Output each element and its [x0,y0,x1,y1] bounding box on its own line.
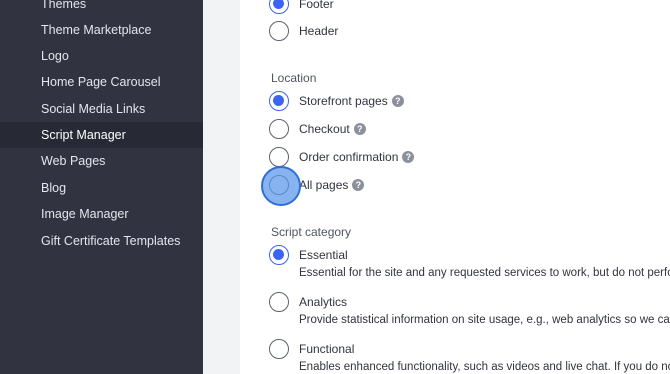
radio-label-header: Header [299,24,339,38]
help-icon[interactable]: ? [352,179,365,191]
sidebar-item-themes[interactable]: Themes [0,0,203,17]
script-category-heading: Script category [271,225,352,239]
radio-button-checkout[interactable] [269,119,289,139]
sidebar-item-logo[interactable]: Logo [0,43,203,69]
sidebar-item-home-page-carousel[interactable]: Home Page Carousel [0,69,203,95]
radio-label-storefront-pages: Storefront pages [299,94,388,108]
radio-label-all-pages: All pages [299,178,349,192]
radio-label-functional: Functional [299,342,355,356]
radio-button-essential[interactable] [269,245,289,265]
content-gutter [203,0,240,374]
sidebar-item-script-manager[interactable]: Script Manager [0,122,203,148]
radio-option-header[interactable]: Header [269,20,338,42]
radio-button-order-confirmation[interactable] [269,147,289,167]
radio-button-analytics[interactable] [269,292,289,312]
sidebar-item-web-pages[interactable]: Web Pages [0,148,203,174]
help-icon[interactable]: ? [353,123,366,135]
radio-button-header[interactable] [269,21,289,41]
essential-description: Essential for the site and any requested… [299,267,670,279]
analytics-description: Provide statistical information on site … [299,314,670,326]
radio-button-all-pages[interactable] [269,175,289,195]
radio-option-essential[interactable]: Essential [269,244,348,266]
radio-button-functional[interactable] [269,339,289,359]
radio-label-analytics: Analytics [299,295,348,309]
radio-label-footer: Footer [299,0,334,11]
radio-button-footer[interactable] [269,0,289,14]
radio-option-functional[interactable]: Functional [269,338,354,360]
help-icon[interactable]: ? [391,95,404,107]
radio-option-analytics[interactable]: Analytics [269,291,347,313]
radio-button-storefront-pages[interactable] [269,91,289,111]
sidebar-item-social-media-links[interactable]: Social Media Links [0,96,203,122]
sidebar-item-blog[interactable]: Blog [0,175,203,201]
radio-option-footer[interactable]: Footer [269,0,334,15]
radio-option-storefront-pages[interactable]: Storefront pages ? [269,90,404,112]
radio-label-order-confirmation: Order confirmation [299,150,399,164]
script-settings-panel: Footer Header Location Storefront pages … [240,0,670,374]
sidebar-item-theme-marketplace[interactable]: Theme Marketplace [0,17,203,43]
sidebar-item-gift-certificate-templates[interactable]: Gift Certificate Templates [0,228,203,254]
location-heading: Location [271,71,317,85]
sidebar-item-image-manager[interactable]: Image Manager [0,201,203,227]
radio-label-essential: Essential [299,248,348,262]
radio-option-order-confirmation[interactable]: Order confirmation ? [269,146,415,168]
radio-option-all-pages[interactable]: All pages ? [269,174,365,196]
sidebar-nav: Themes Theme Marketplace Logo Home Page … [0,0,203,374]
functional-description: Enables enhanced functionality, such as … [299,361,670,373]
radio-option-checkout[interactable]: Checkout ? [269,118,366,140]
radio-label-checkout: Checkout [299,122,350,136]
help-icon[interactable]: ? [402,151,415,163]
